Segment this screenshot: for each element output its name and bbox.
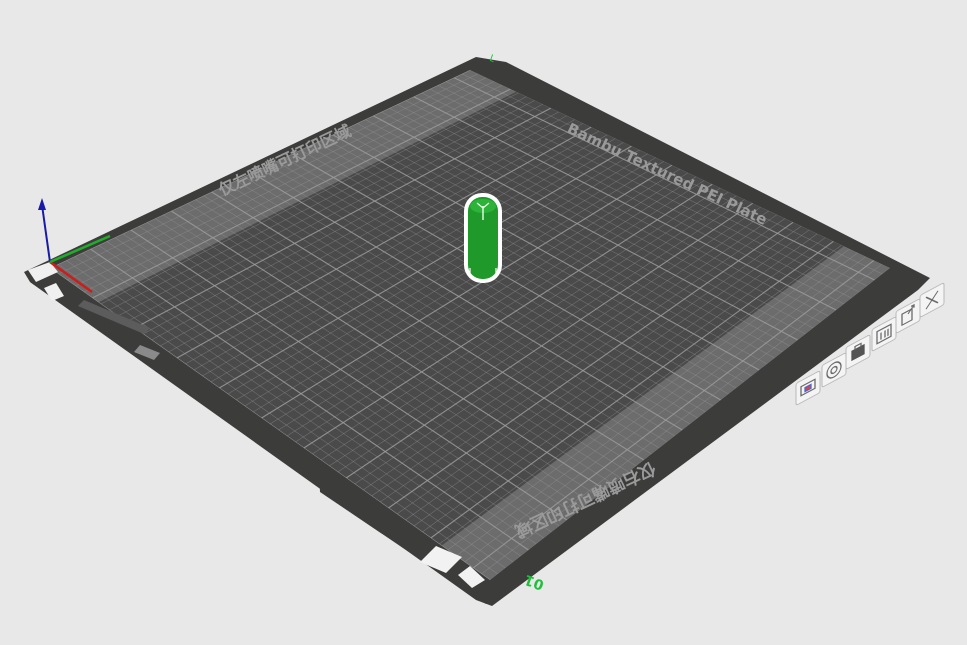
move-plate-button[interactable] (895, 298, 921, 334)
z-axis (41, 204, 51, 263)
plate-settings-button[interactable] (871, 316, 897, 352)
z-axis-arrow (38, 198, 46, 210)
model-cylinder[interactable] (464, 193, 502, 283)
build-plate-scene[interactable]: 仅左喷嘴可打印区域 仅右喷嘴可打印区域 Bambu Textured PEI P… (0, 0, 967, 645)
delete-plate-button[interactable] (919, 282, 945, 318)
3d-viewport[interactable]: 仅左喷嘴可打印区域 仅右喷嘴可打印区域 Bambu Textured PEI P… (0, 0, 967, 645)
